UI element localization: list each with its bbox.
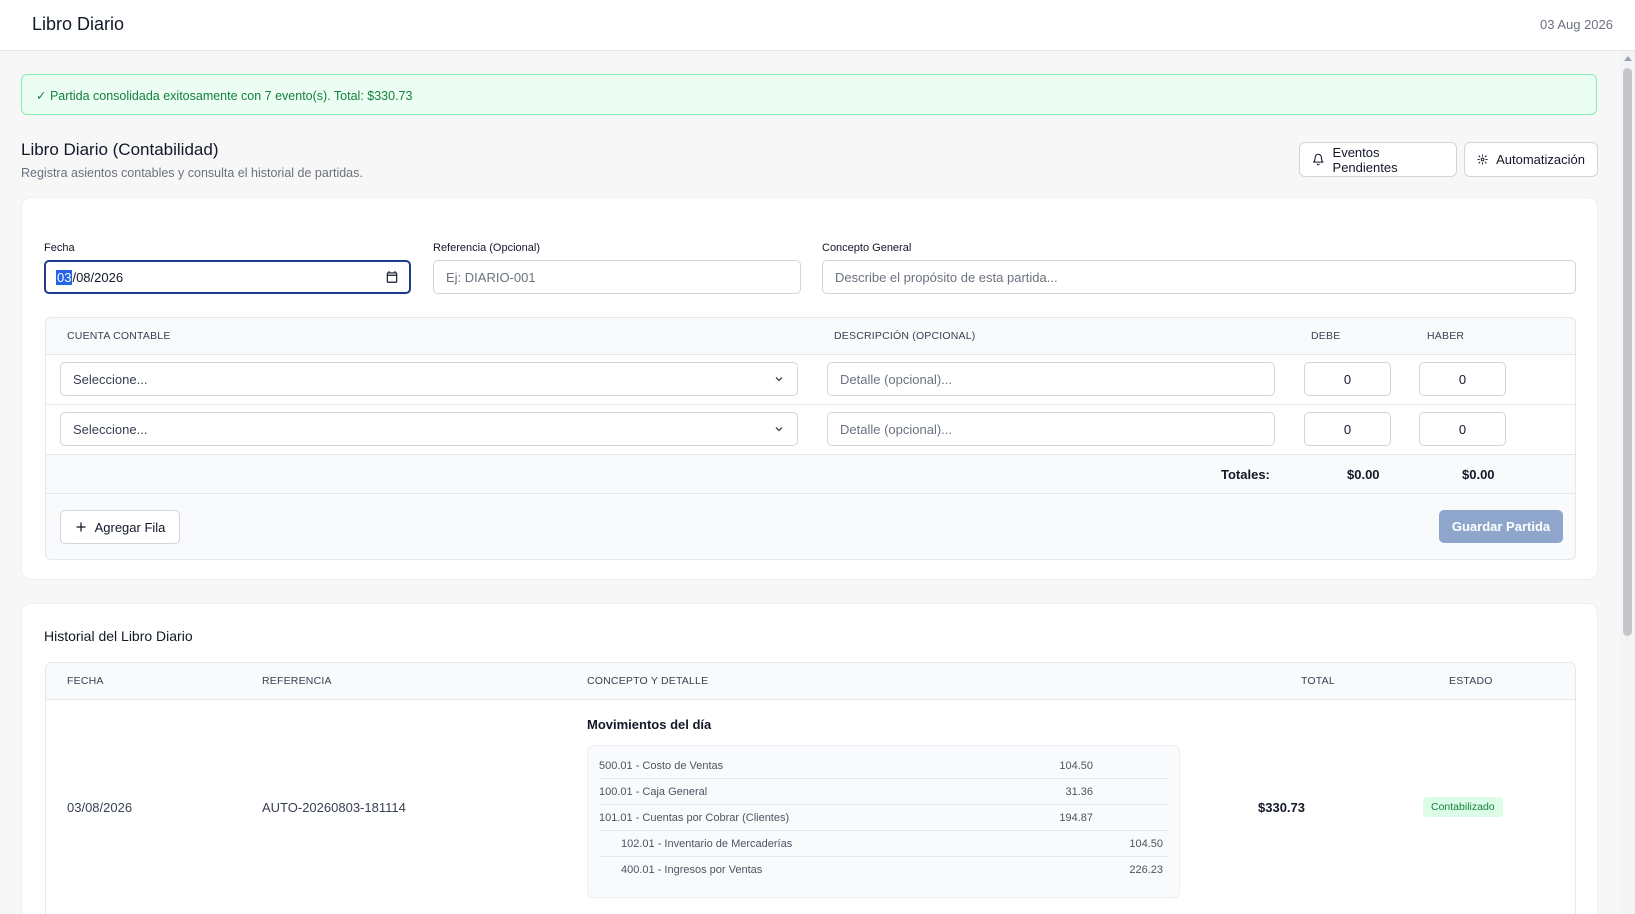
entry-line-row: Seleccione... Detalle (opcional)... 0 0: [46, 405, 1575, 455]
chevron-down-icon: [775, 427, 783, 432]
totals-label: Totales:: [1221, 467, 1270, 482]
scrollbar-thumb[interactable]: [1623, 68, 1632, 636]
credit-input[interactable]: 0: [1419, 362, 1506, 396]
credit-input[interactable]: 0: [1419, 412, 1506, 446]
add-row-label: Agregar Fila: [94, 519, 166, 535]
description-input[interactable]: Detalle (opcional)...: [827, 412, 1275, 446]
page-title: Libro Diario (Contabilidad): [21, 140, 219, 159]
date-label: Fecha: [44, 242, 75, 254]
th-total: TOTAL: [1301, 675, 1335, 687]
scroll-up-arrow[interactable]: [1624, 56, 1632, 61]
detail-debit: 194.87: [1059, 812, 1093, 824]
detail-row: 400.01 - Ingresos por Ventas 226.23: [599, 857, 1169, 883]
concept-input[interactable]: Describe el propósito de esta partida...: [822, 260, 1576, 294]
history-table: FECHA REFERENCIA CONCEPTO Y DETALLE TOTA…: [45, 662, 1576, 914]
history-header: FECHA REFERENCIA CONCEPTO Y DETALLE TOTA…: [46, 663, 1575, 700]
account-select-value: Seleccione...: [73, 421, 148, 437]
save-entry-button[interactable]: Guardar Partida: [1439, 510, 1563, 543]
history-title: Historial del Libro Diario: [44, 628, 193, 644]
entry-line-row: Seleccione... Detalle (opcional)... 0 0: [46, 355, 1575, 405]
detail-account: 102.01 - Inventario de Mercaderías: [621, 838, 793, 850]
totals-divider: [46, 493, 1575, 494]
detail-account: 400.01 - Ingresos por Ventas: [621, 864, 763, 876]
automation-button[interactable]: Automatización: [1464, 142, 1598, 177]
entry-concept-title: Movimientos del día: [587, 717, 712, 732]
reference-input[interactable]: Ej: DIARIO-001: [433, 260, 801, 294]
plus-icon: [75, 522, 86, 532]
account-select[interactable]: Seleccione...: [60, 412, 798, 446]
date-input[interactable]: 03/08/2026: [44, 260, 411, 294]
account-select-value: Seleccione...: [73, 371, 148, 387]
reference-label: Referencia (Opcional): [433, 242, 540, 254]
th-reference: REFERENCIA: [262, 675, 332, 687]
detail-row: 100.01 - Caja General 31.36: [599, 779, 1169, 805]
date-rest: /08/2026: [72, 269, 124, 285]
detail-account: 101.01 - Cuentas por Cobrar (Clientes): [599, 812, 790, 824]
automation-label: Automatización: [1496, 152, 1585, 167]
success-alert: ✓ Partida consolidada exitosamente con 7…: [21, 74, 1597, 115]
app-title: Libro Diario: [32, 14, 125, 34]
detail-account: 100.01 - Caja General: [599, 786, 708, 798]
entry-total: $330.73: [1258, 800, 1305, 815]
add-row-button[interactable]: Agregar Fila: [60, 510, 180, 544]
total-credit: $0.00: [1462, 467, 1495, 482]
page-subtitle: Registra asientos contables y consulta e…: [21, 166, 363, 180]
chevron-down-icon: [775, 377, 783, 382]
th-credit: HABER: [1427, 330, 1465, 342]
th-debit: DEBE: [1311, 330, 1341, 342]
journal-entry-form: Fecha 03/08/2026 Referencia (Opcional) E…: [21, 197, 1598, 580]
th-date: FECHA: [67, 675, 104, 687]
journal-history: Historial del Libro Diario FECHA REFEREN…: [21, 603, 1598, 914]
entry-reference: AUTO-20260803-181114: [262, 800, 406, 815]
pending-events-label: Eventos Pendientes: [1332, 144, 1398, 175]
concept-label: Concepto General: [822, 242, 912, 254]
account-select[interactable]: Seleccione...: [60, 362, 798, 396]
th-concept: CONCEPTO Y DETALLE: [587, 675, 709, 687]
detail-credit: 104.50: [1129, 838, 1163, 850]
detail-account: 500.01 - Costo de Ventas: [599, 760, 724, 772]
detail-debit: 31.36: [1065, 786, 1093, 798]
header-date: 03 Aug 2026: [1539, 17, 1613, 32]
th-account: CUENTA CONTABLE: [67, 330, 171, 342]
top-bar: Libro Diario 03 Aug 2026: [0, 0, 1635, 51]
entry-lines-table: CUENTA CONTABLE DESCRIPCIÓN (OPCIONAL) D…: [45, 317, 1576, 560]
detail-debit: 104.50: [1059, 760, 1093, 772]
th-status: ESTADO: [1449, 675, 1493, 687]
description-input[interactable]: Detalle (opcional)...: [827, 362, 1275, 396]
detail-row: 102.01 - Inventario de Mercaderías 104.5…: [599, 831, 1169, 857]
entry-detail-box: 500.01 - Costo de Ventas 104.50 100.01 -…: [587, 745, 1180, 898]
lines-header: CUENTA CONTABLE DESCRIPCIÓN (OPCIONAL) D…: [46, 318, 1575, 355]
th-description: DESCRIPCIÓN (OPCIONAL): [834, 330, 976, 342]
debit-input[interactable]: 0: [1304, 362, 1391, 396]
bell-icon: [1313, 153, 1324, 166]
detail-row: 101.01 - Cuentas por Cobrar (Clientes) 1…: [599, 805, 1169, 831]
calendar-icon[interactable]: [385, 270, 399, 284]
date-selected-part: 03: [56, 269, 73, 285]
vertical-scrollbar[interactable]: [1620, 51, 1635, 914]
detail-row: 500.01 - Costo de Ventas 104.50: [599, 753, 1169, 779]
gear-icon: [1477, 154, 1488, 165]
detail-credit: 226.23: [1129, 864, 1163, 876]
entry-date: 03/08/2026: [67, 800, 133, 815]
debit-input[interactable]: 0: [1304, 412, 1391, 446]
pending-events-button[interactable]: Eventos Pendientes: [1299, 142, 1457, 177]
status-badge: Contabilizado: [1423, 797, 1503, 817]
date-value: 03/08/2026: [56, 269, 124, 285]
total-debit: $0.00: [1347, 467, 1380, 482]
